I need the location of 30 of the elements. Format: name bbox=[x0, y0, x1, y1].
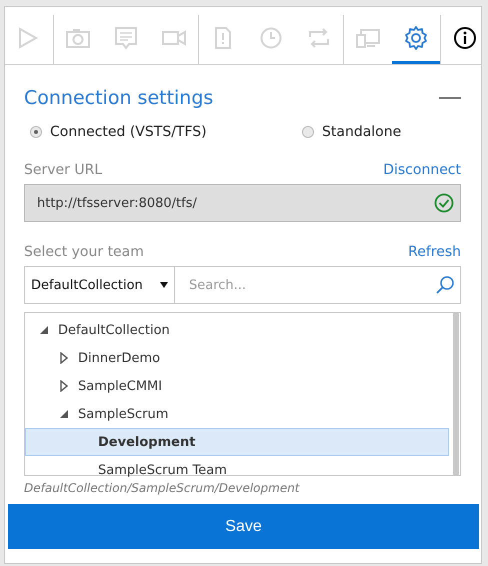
tree-item[interactable]: SampleScrum Team bbox=[25, 456, 449, 484]
expanded-triangle-icon[interactable] bbox=[39, 325, 49, 335]
tree-item[interactable]: SampleCMMI bbox=[25, 372, 449, 400]
tree-item[interactable]: Development bbox=[25, 428, 449, 456]
comment-icon bbox=[113, 25, 139, 51]
scrollbar[interactable] bbox=[453, 313, 459, 475]
mode-radio[interactable]: Connected (VSTS/TFS) bbox=[30, 124, 302, 140]
search-icon[interactable] bbox=[435, 275, 455, 295]
selected-path: DefaultCollection/SampleScrum/Development bbox=[24, 481, 301, 495]
expanded-triangle-icon[interactable] bbox=[59, 409, 69, 419]
clock-icon bbox=[258, 25, 284, 51]
refresh-link[interactable]: Refresh bbox=[408, 244, 461, 260]
team-label: Select your team bbox=[24, 244, 144, 260]
collapsed-triangle-icon[interactable] bbox=[60, 352, 68, 364]
section-title: Connection settings bbox=[24, 87, 214, 109]
tree-item[interactable]: SampleScrum bbox=[25, 400, 449, 428]
search-field[interactable]: Search... bbox=[175, 266, 461, 304]
mode-radio[interactable]: Standalone bbox=[302, 124, 402, 140]
minus-icon bbox=[439, 97, 461, 99]
server-url-field[interactable]: http://tfsserver:8080/tfs/ bbox=[24, 184, 461, 222]
info-icon bbox=[452, 25, 478, 51]
save-button[interactable]: Save bbox=[8, 504, 479, 549]
server-url-label: Server URL bbox=[24, 162, 102, 178]
settings-icon bbox=[403, 25, 429, 51]
disconnect-link[interactable]: Disconnect bbox=[383, 162, 461, 178]
collapsed-triangle-icon[interactable] bbox=[60, 380, 68, 392]
dropdown-arrow-icon bbox=[160, 282, 168, 288]
tree-item[interactable]: DinnerDemo bbox=[25, 344, 449, 372]
collection-dropdown[interactable]: DefaultCollection bbox=[24, 266, 175, 304]
tree-item[interactable]: DefaultCollection bbox=[25, 316, 449, 344]
